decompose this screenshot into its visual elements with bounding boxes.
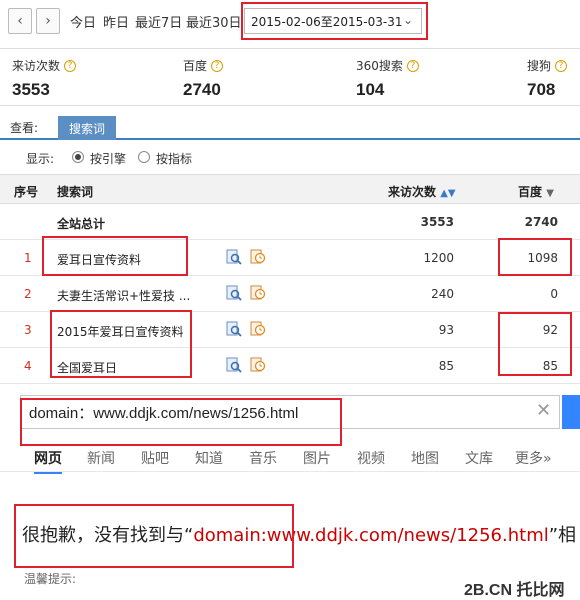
table-row: 3 2015年爱耳日宣传资料 93 92 (0, 312, 580, 348)
stat-visits: 来访次数? 3553 (12, 57, 77, 100)
tab-search-keywords[interactable]: 搜索词 (58, 116, 116, 140)
stat-label: 搜狗 (527, 59, 552, 73)
range-today[interactable]: 今日 (70, 12, 96, 31)
table-row: 1 爱耳日宣传资料 1200 1098 (0, 240, 580, 276)
stat-value: 2740 (183, 80, 221, 99)
tab-more[interactable]: 更多» (515, 448, 552, 468)
message-suffix: ”相 (548, 525, 577, 546)
help-icon[interactable]: ? (406, 59, 419, 72)
radio-by-metric[interactable] (138, 151, 150, 163)
message-query: domain:www.ddjk.com/news/1256.html (193, 525, 549, 546)
stat-label: 360搜索 (356, 59, 403, 73)
stat-label: 百度 (183, 59, 208, 73)
sort-icon: ▼ (546, 188, 554, 199)
history-icon[interactable] (250, 249, 266, 265)
watermark: 2B.CN 托比网 (464, 582, 565, 599)
row-baidu: 85 (542, 359, 558, 373)
chevron-left-icon[interactable]: ‹ (8, 8, 32, 34)
table-header: 序号 搜索词 来访次数 ▲▼ 百度 ▼ (0, 174, 580, 204)
side-mark (0, 396, 14, 430)
row-index: 2 (24, 287, 32, 301)
search-detail-icon[interactable] (226, 249, 242, 265)
row-baidu: 0 (550, 287, 558, 301)
search-tabs: 网页 新闻 贴吧 知道 音乐 图片 视频 地图 文库 更多» (0, 442, 580, 474)
stat-label: 来访次数 (12, 59, 61, 73)
table-row: 4 全国爱耳日 85 85 (0, 348, 580, 384)
sort-down-icon: ▲▼ (440, 188, 456, 199)
row-baidu: 1098 (527, 251, 558, 265)
search-button[interactable] (562, 395, 580, 429)
row-visits: 1200 (423, 251, 454, 265)
date-toolbar: ‹ › 今日 昨日 最近7日 最近30日 2015-02-06至2015-03-… (0, 0, 580, 46)
tab-music[interactable]: 音乐 (249, 448, 277, 468)
radio-by-engine[interactable] (72, 151, 84, 163)
row-visits: 240 (431, 287, 454, 301)
help-icon[interactable]: ? (64, 59, 77, 72)
tab-map[interactable]: 地图 (411, 448, 439, 468)
row-index: 1 (24, 251, 32, 265)
radio-label: 按引擎 (90, 152, 127, 166)
row-visits: 93 (438, 323, 454, 337)
no-result-message: 很抱歉，没有找到与“domain:www.ddjk.com/news/1256.… (22, 521, 576, 547)
stat-value: 104 (356, 80, 385, 99)
table-row-total: 全站总计 3553 2740 (0, 204, 580, 240)
total-visits: 3553 (420, 215, 454, 229)
col-visits[interactable]: 来访次数 ▲▼ (388, 183, 456, 200)
history-icon[interactable] (250, 321, 266, 337)
stat-baidu: 百度? 2740 (183, 57, 224, 100)
view-label: 查看: (10, 121, 39, 135)
close-icon[interactable]: ✕ (536, 400, 551, 421)
hint-label: 温馨提示: (24, 572, 77, 586)
tab-zhidao[interactable]: 知道 (195, 448, 223, 468)
row-baidu: 92 (542, 323, 558, 337)
tab-wenku[interactable]: 文库 (465, 448, 493, 468)
chevron-down-icon: ⌄ (402, 13, 413, 27)
search-detail-icon[interactable] (226, 357, 242, 373)
radio-label: 按指标 (156, 152, 193, 166)
range-30days[interactable]: 最近30日 (186, 12, 242, 31)
history-icon[interactable] (250, 357, 266, 373)
tab-news[interactable]: 新闻 (87, 448, 115, 468)
tab-video[interactable]: 视频 (357, 448, 385, 468)
row-index: 4 (24, 359, 32, 373)
row-keyword[interactable]: 全国爱耳日 (57, 359, 117, 376)
stats-panel: 来访次数? 3553 百度? 2740 360搜索? 104 搜狗? 708 (0, 48, 580, 106)
col-keyword: 搜索词 (57, 185, 94, 199)
date-range-value: 2015-02-06至2015-03-31 (251, 14, 403, 29)
stat-value: 3553 (12, 80, 50, 99)
display-options: 显示: 按引擎 按指标 (0, 146, 580, 170)
col-visits-label: 来访次数 (388, 185, 437, 199)
tab-tieba[interactable]: 贴吧 (141, 448, 169, 468)
stat-sogou: 搜狗? 708 (527, 57, 568, 100)
total-baidu: 2740 (524, 215, 558, 229)
row-index: 3 (24, 323, 32, 337)
message-prefix: 很抱歉，没有找到与“ (22, 525, 194, 546)
col-baidu-label: 百度 (518, 185, 543, 199)
stat-value: 708 (527, 80, 556, 99)
col-baidu[interactable]: 百度 ▼ (518, 183, 554, 200)
stat-360: 360搜索? 104 (356, 57, 419, 100)
view-tabs: 查看: 搜索词 (0, 114, 580, 140)
search-detail-icon[interactable] (226, 285, 242, 301)
row-keyword[interactable]: 夫妻生活常识+性爱技 ... (57, 287, 190, 304)
display-label: 显示: (26, 152, 55, 166)
help-icon[interactable]: ? (555, 59, 568, 72)
help-icon[interactable]: ? (211, 59, 224, 72)
row-keyword[interactable]: 2015年爱耳日宣传资料 (57, 323, 184, 340)
history-icon[interactable] (250, 285, 266, 301)
col-idx: 序号 (14, 185, 39, 199)
range-7days[interactable]: 最近7日 (135, 12, 182, 31)
total-label: 全站总计 (57, 217, 106, 231)
search-detail-icon[interactable] (226, 321, 242, 337)
tab-images[interactable]: 图片 (303, 448, 331, 468)
row-visits: 85 (438, 359, 454, 373)
table-row: 2 夫妻生活常识+性爱技 ... 240 0 (0, 276, 580, 312)
search-input[interactable]: domain：www.ddjk.com/news/1256.html (20, 395, 560, 429)
chevron-right-icon[interactable]: › (36, 8, 60, 34)
date-range-select[interactable]: 2015-02-06至2015-03-31 ⌄ (244, 8, 422, 34)
range-yesterday[interactable]: 昨日 (103, 12, 129, 31)
tab-web[interactable]: 网页 (34, 448, 62, 474)
row-keyword[interactable]: 爱耳日宣传资料 (57, 251, 141, 268)
